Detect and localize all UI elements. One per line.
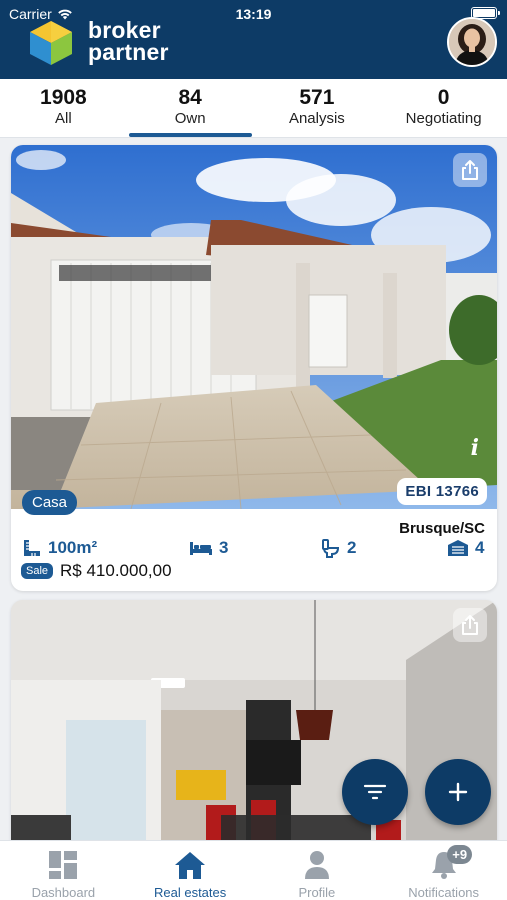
listing-card[interactable]: i Casa EBI 13766 Brusque/SC 100m² 3 2 4 … (11, 145, 497, 591)
share-button[interactable] (453, 153, 487, 187)
bedrooms-feature: 3 (189, 538, 228, 558)
status-time: 13:19 (235, 6, 272, 22)
broker-partner-logo-icon (30, 21, 72, 65)
nav-dashboard-label: Dashboard (31, 885, 96, 900)
tab-analysis-count: 571 (299, 86, 335, 109)
dashboard-icon (49, 851, 78, 879)
property-type-badge: Casa (22, 490, 78, 515)
nav-dashboard[interactable]: Dashboard (0, 841, 127, 900)
area-feature: 100m² (22, 538, 97, 558)
nav-profile-label: Profile (298, 885, 336, 900)
brand-line-2: partner (88, 39, 169, 65)
notifications-badge: +9 (447, 845, 473, 864)
listing-card[interactable] (11, 600, 497, 860)
tab-own-label: Own (174, 110, 206, 127)
brand-line-1: broker (88, 17, 161, 43)
tab-analysis[interactable]: 571 Analysis (254, 79, 381, 137)
tab-own-count: 84 (178, 86, 202, 109)
tab-own[interactable]: 84 Own (127, 79, 254, 137)
bathrooms-feature: 2 (321, 538, 356, 558)
plus-icon (448, 782, 468, 802)
add-property-button[interactable] (425, 759, 491, 825)
listing-photo[interactable] (11, 600, 497, 860)
ruler-area-icon (24, 540, 40, 556)
bed-icon (190, 542, 212, 555)
nav-profile[interactable]: Profile (254, 841, 381, 900)
share-icon (462, 615, 478, 635)
info-icon[interactable]: i (471, 435, 479, 461)
tab-analysis-label: Analysis (288, 110, 345, 127)
nav-notifications[interactable]: +9 Notifications (380, 841, 507, 900)
property-city: Brusque/SC (399, 520, 485, 537)
filter-icon (363, 784, 387, 800)
bathrooms-value: 2 (347, 538, 357, 557)
nav-real-estates-label: Real estates (153, 885, 227, 900)
toilet-icon (322, 539, 340, 558)
filter-button[interactable] (342, 759, 408, 825)
garage-icon (448, 540, 468, 556)
active-tab-indicator (128, 133, 252, 137)
sale-badge: Sale (21, 563, 54, 579)
tab-negotiating-count: 0 (437, 86, 450, 109)
tab-negotiating[interactable]: 0 Negotiating (380, 79, 507, 137)
garages-value: 4 (475, 538, 485, 557)
app-header: Carrier 13:19 broker partner (0, 0, 507, 79)
bedrooms-value: 3 (219, 538, 229, 557)
user-avatar[interactable] (447, 17, 497, 67)
status-tabs: 1908 All 84 Own 571 Analysis 0 Negotiati… (0, 79, 507, 138)
nav-notifications-label: Notifications (408, 885, 480, 900)
brand-wordmark: broker partner (88, 17, 169, 65)
property-code-badge: EBI 13766 (397, 478, 487, 505)
tab-all-label: All (55, 110, 72, 127)
tab-negotiating-label: Negotiating (405, 110, 482, 127)
nav-real-estates[interactable]: Real estates (127, 841, 254, 900)
share-button[interactable] (453, 608, 487, 642)
home-icon (175, 852, 206, 879)
bottom-navigation: Dashboard Real estates Profile +9 Notifi… (0, 840, 507, 900)
garages-feature: 4 (447, 538, 484, 558)
share-icon (462, 160, 478, 180)
listing-photo[interactable] (11, 145, 497, 509)
tab-all-count: 1908 (40, 86, 87, 109)
tab-all[interactable]: 1908 All (0, 79, 127, 137)
person-icon (304, 851, 329, 879)
property-price: R$ 410.000,00 (60, 561, 172, 580)
area-value: 100m² (48, 538, 98, 557)
